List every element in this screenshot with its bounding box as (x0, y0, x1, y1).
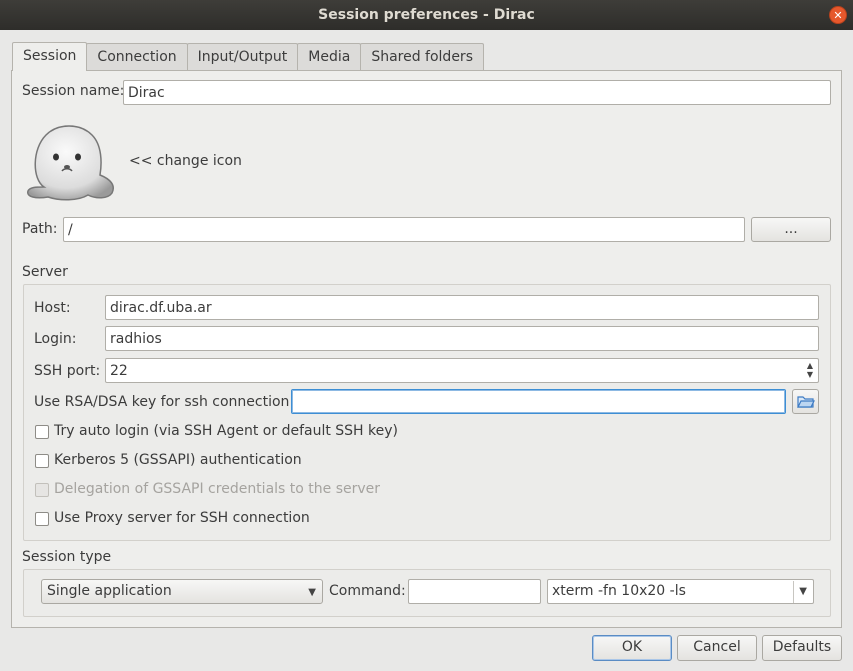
gssapi-delegation-label: Delegation of GSSAPI credentials to the … (54, 481, 381, 497)
session-type-select[interactable]: Single application ▼ (41, 579, 323, 604)
ssh-port-spinbox[interactable] (105, 358, 819, 383)
change-icon-link[interactable]: << change icon (129, 153, 242, 169)
command-combo-value: xterm -fn 10x20 -ls (552, 583, 686, 599)
tab-shared-folders[interactable]: Shared folders (360, 43, 484, 71)
session-name-input[interactable] (123, 80, 831, 105)
kerberos-checkbox[interactable] (35, 454, 49, 468)
login-input[interactable] (105, 326, 819, 351)
session-tab-panel: Session name: << change icon (11, 70, 842, 628)
auto-login-checkbox[interactable] (35, 425, 49, 439)
session-type-title: Session type (22, 549, 112, 565)
gssapi-delegation-checkbox[interactable] (35, 483, 49, 497)
rsa-key-label: Use RSA/DSA key for ssh connection: (34, 394, 295, 410)
folder-open-icon (796, 396, 815, 408)
server-group: Host: Login: SSH port: ▲▼ Use RSA/DSA ke… (23, 284, 831, 541)
server-group-title: Server (22, 264, 68, 280)
cancel-button[interactable]: Cancel (677, 635, 757, 661)
rsa-key-input[interactable] (291, 389, 786, 414)
seal-icon[interactable] (24, 119, 118, 203)
tab-bar: Session Connection Input/Output Media Sh… (12, 42, 484, 71)
ssh-port-label: SSH port: (34, 363, 101, 379)
chevron-down-icon: ▼ (308, 587, 316, 598)
ssh-port-stepper[interactable]: ▲ ▼ (804, 361, 816, 379)
defaults-button[interactable]: Defaults (762, 635, 842, 661)
host-input[interactable] (105, 295, 819, 320)
session-type-value: Single application (47, 583, 172, 599)
path-input[interactable] (63, 217, 745, 242)
tab-input-output[interactable]: Input/Output (186, 43, 299, 71)
proxy-checkbox[interactable] (35, 512, 49, 526)
command-input[interactable] (408, 579, 541, 604)
tab-session[interactable]: Session (12, 42, 88, 71)
path-browse-button[interactable]: ... (751, 217, 831, 242)
session-preferences-window: Session preferences - Dirac ✕ Session Co… (0, 0, 853, 671)
command-combo[interactable]: xterm -fn 10x20 -ls ▼ (547, 579, 814, 604)
tab-connection[interactable]: Connection (86, 43, 188, 71)
rsa-key-browse-button[interactable] (792, 389, 819, 414)
tab-media[interactable]: Media (297, 43, 362, 71)
host-label: Host: (34, 300, 71, 316)
auto-login-label: Try auto login (via SSH Agent or default… (54, 423, 399, 439)
session-type-group: Single application ▼ Command: xterm -fn … (23, 569, 831, 617)
close-icon[interactable]: ✕ (829, 6, 847, 24)
window-title: Session preferences - Dirac (318, 7, 535, 23)
chevron-down-icon[interactable]: ▼ (793, 581, 807, 603)
path-label: Path: (22, 221, 58, 237)
kerberos-label: Kerberos 5 (GSSAPI) authentication (54, 452, 302, 468)
login-label: Login: (34, 331, 77, 347)
session-name-label: Session name: (22, 83, 125, 99)
proxy-label: Use Proxy server for SSH connection (54, 510, 310, 526)
command-label: Command: (329, 583, 406, 599)
ok-button[interactable]: OK (592, 635, 672, 661)
title-bar: Session preferences - Dirac ✕ (0, 0, 853, 30)
